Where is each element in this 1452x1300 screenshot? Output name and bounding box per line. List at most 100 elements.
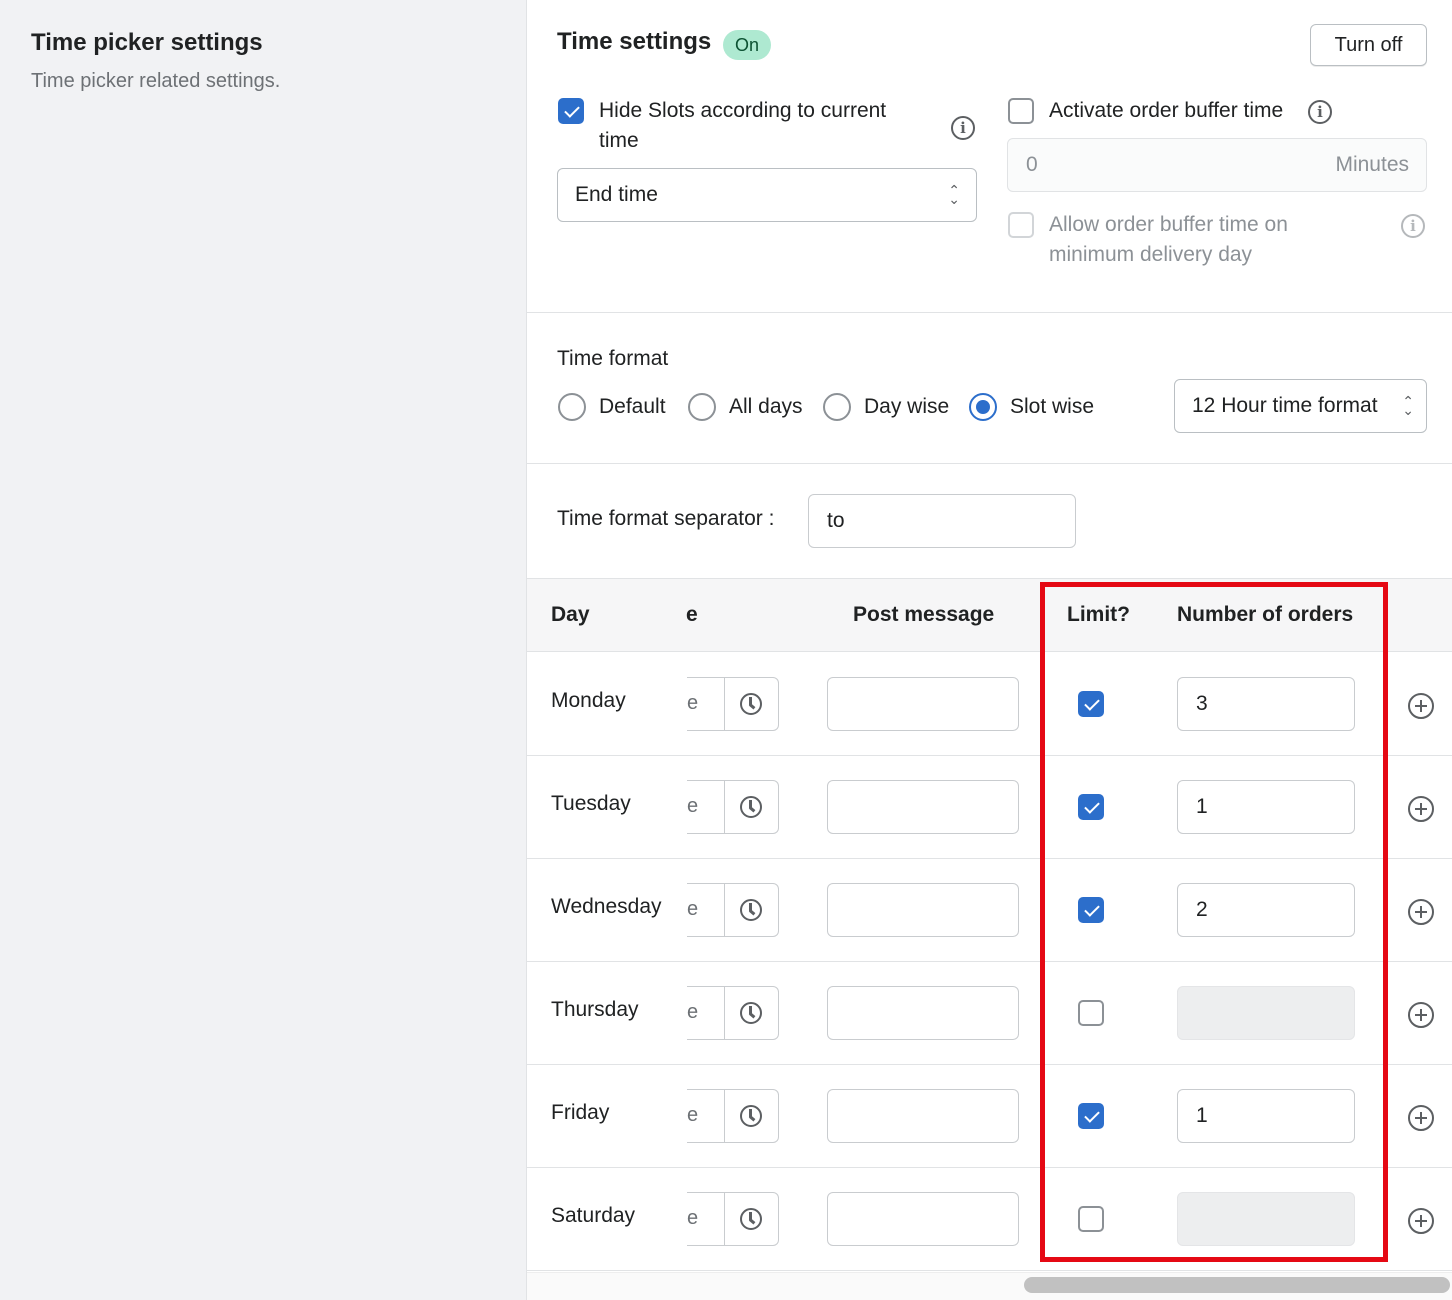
clock-icon[interactable] — [740, 796, 762, 818]
orders-value: 2 — [1196, 898, 1208, 921]
plus-circle-icon[interactable] — [1408, 796, 1434, 822]
time-input-divider — [724, 781, 725, 833]
clock-icon[interactable] — [740, 693, 762, 715]
time-input-text: e — [687, 692, 699, 714]
orders-input[interactable] — [1177, 986, 1355, 1040]
orders-input[interactable]: 1 — [1177, 780, 1355, 834]
time-settings-title: Time settings — [557, 28, 712, 55]
time-format-select[interactable]: 12 Hour time format ⌃ ⌄ — [1174, 379, 1427, 433]
time-format-label: Time format — [557, 347, 669, 370]
header-limit: Limit? — [1067, 603, 1130, 626]
day-label: Monday — [551, 689, 626, 712]
plus-circle-icon[interactable] — [1408, 899, 1434, 925]
info-icon[interactable]: i — [1308, 100, 1332, 124]
radio-all-days[interactable] — [688, 393, 716, 421]
plus-circle-icon[interactable] — [1408, 1105, 1434, 1131]
day-label: Saturday — [551, 1204, 636, 1227]
day-label: Thursday — [551, 998, 639, 1021]
clock-icon[interactable] — [740, 1208, 762, 1230]
hide-slots-select[interactable]: End time ⌃ ⌄ — [557, 168, 977, 222]
post-message-input[interactable] — [827, 677, 1019, 731]
clock-icon[interactable] — [740, 899, 762, 921]
clock-icon[interactable] — [740, 1002, 762, 1024]
time-input-divider — [724, 884, 725, 936]
post-message-input[interactable] — [827, 1089, 1019, 1143]
table-header: Day e Post message Limit? Number of orde… — [527, 578, 1452, 652]
orders-input[interactable]: 1 — [1177, 1089, 1355, 1143]
time-input-divider — [724, 1193, 725, 1245]
buffer-time-label: Activate order buffer time — [1049, 99, 1284, 122]
radio-slot-wise-label: Slot wise — [1010, 395, 1095, 418]
buffer-time-input[interactable]: 0 Minutes — [1007, 138, 1427, 192]
limit-checkbox[interactable] — [1078, 1206, 1104, 1232]
minutes-suffix: Minutes — [1335, 153, 1409, 176]
orders-input[interactable]: 3 — [1177, 677, 1355, 731]
orders-value: 1 — [1196, 1104, 1208, 1127]
hide-slots-checkbox[interactable] — [558, 98, 584, 124]
plus-circle-icon[interactable] — [1408, 1002, 1434, 1028]
header-post-message: Post message — [853, 603, 995, 626]
time-input-divider — [724, 987, 725, 1039]
time-input[interactable]: e — [687, 677, 779, 731]
time-input-text: e — [687, 1001, 699, 1023]
separator-value: to — [827, 509, 845, 532]
limit-checkbox[interactable] — [1078, 691, 1104, 717]
day-label: Tuesday — [551, 792, 631, 815]
buffer-time-value: 0 — [1026, 153, 1038, 176]
left-column: Time picker settings Time picker related… — [0, 0, 526, 1300]
limit-checkbox[interactable] — [1078, 1000, 1104, 1026]
scrollbar-thumb[interactable] — [1024, 1277, 1450, 1293]
post-message-input[interactable] — [827, 1192, 1019, 1246]
turn-off-button[interactable]: Turn off — [1310, 24, 1427, 66]
time-input[interactable]: e — [687, 883, 779, 937]
buffer-time-checkbox[interactable] — [1008, 98, 1034, 124]
post-message-input[interactable] — [827, 986, 1019, 1040]
time-input[interactable]: e — [687, 986, 779, 1040]
orders-input[interactable]: 2 — [1177, 883, 1355, 937]
radio-day-wise-label: Day wise — [864, 395, 950, 418]
radio-day-wise[interactable] — [823, 393, 851, 421]
header-orders: Number of orders — [1177, 603, 1354, 626]
orders-value: 3 — [1196, 692, 1208, 715]
settings-panel: Time settings On Turn off Hide Slots acc… — [526, 0, 1452, 1300]
buffer-min-day-checkbox[interactable] — [1008, 212, 1034, 238]
time-input-divider — [724, 678, 725, 730]
buffer-min-day-label: Allow order buffer time on minimum deliv… — [1049, 213, 1288, 266]
radio-default-label: Default — [599, 395, 666, 418]
plus-circle-icon[interactable] — [1408, 693, 1434, 719]
time-input[interactable]: e — [687, 780, 779, 834]
day-label: Friday — [551, 1101, 610, 1124]
limit-checkbox[interactable] — [1078, 897, 1104, 923]
table-row: Monday e 3 — [527, 653, 1452, 756]
time-input-text: e — [687, 1207, 699, 1229]
time-format-select-value: 12 Hour time format — [1192, 394, 1378, 417]
day-label: Wednesday — [551, 895, 662, 918]
radio-all-days-label: All days — [729, 395, 803, 418]
table-row: Friday e 1 — [527, 1065, 1452, 1168]
post-message-input[interactable] — [827, 780, 1019, 834]
radio-slot-wise[interactable] — [969, 393, 997, 421]
time-input-divider — [724, 1090, 725, 1142]
header-day: Day — [551, 603, 590, 626]
header-time: e — [686, 603, 698, 626]
clock-icon[interactable] — [740, 1105, 762, 1127]
orders-input[interactable] — [1177, 1192, 1355, 1246]
table-row: Tuesday e 1 — [527, 756, 1452, 859]
table-row: Saturday e — [527, 1168, 1452, 1271]
separator-label: Time format separator : — [557, 507, 775, 530]
info-icon[interactable]: i — [1401, 214, 1425, 238]
post-message-input[interactable] — [827, 883, 1019, 937]
plus-circle-icon[interactable] — [1408, 1208, 1434, 1234]
time-input-text: e — [687, 898, 699, 920]
hide-slots-select-value: End time — [575, 183, 658, 206]
limit-checkbox[interactable] — [1078, 794, 1104, 820]
time-input[interactable]: e — [687, 1089, 779, 1143]
chevron-updown-icon: ⌃ ⌄ — [1402, 393, 1414, 418]
time-input[interactable]: e — [687, 1192, 779, 1246]
info-icon[interactable]: i — [951, 116, 975, 140]
limit-checkbox[interactable] — [1078, 1103, 1104, 1129]
time-input-text: e — [687, 795, 699, 817]
separator-input[interactable]: to — [808, 494, 1076, 548]
status-badge: On — [723, 30, 772, 60]
radio-default[interactable] — [558, 393, 586, 421]
